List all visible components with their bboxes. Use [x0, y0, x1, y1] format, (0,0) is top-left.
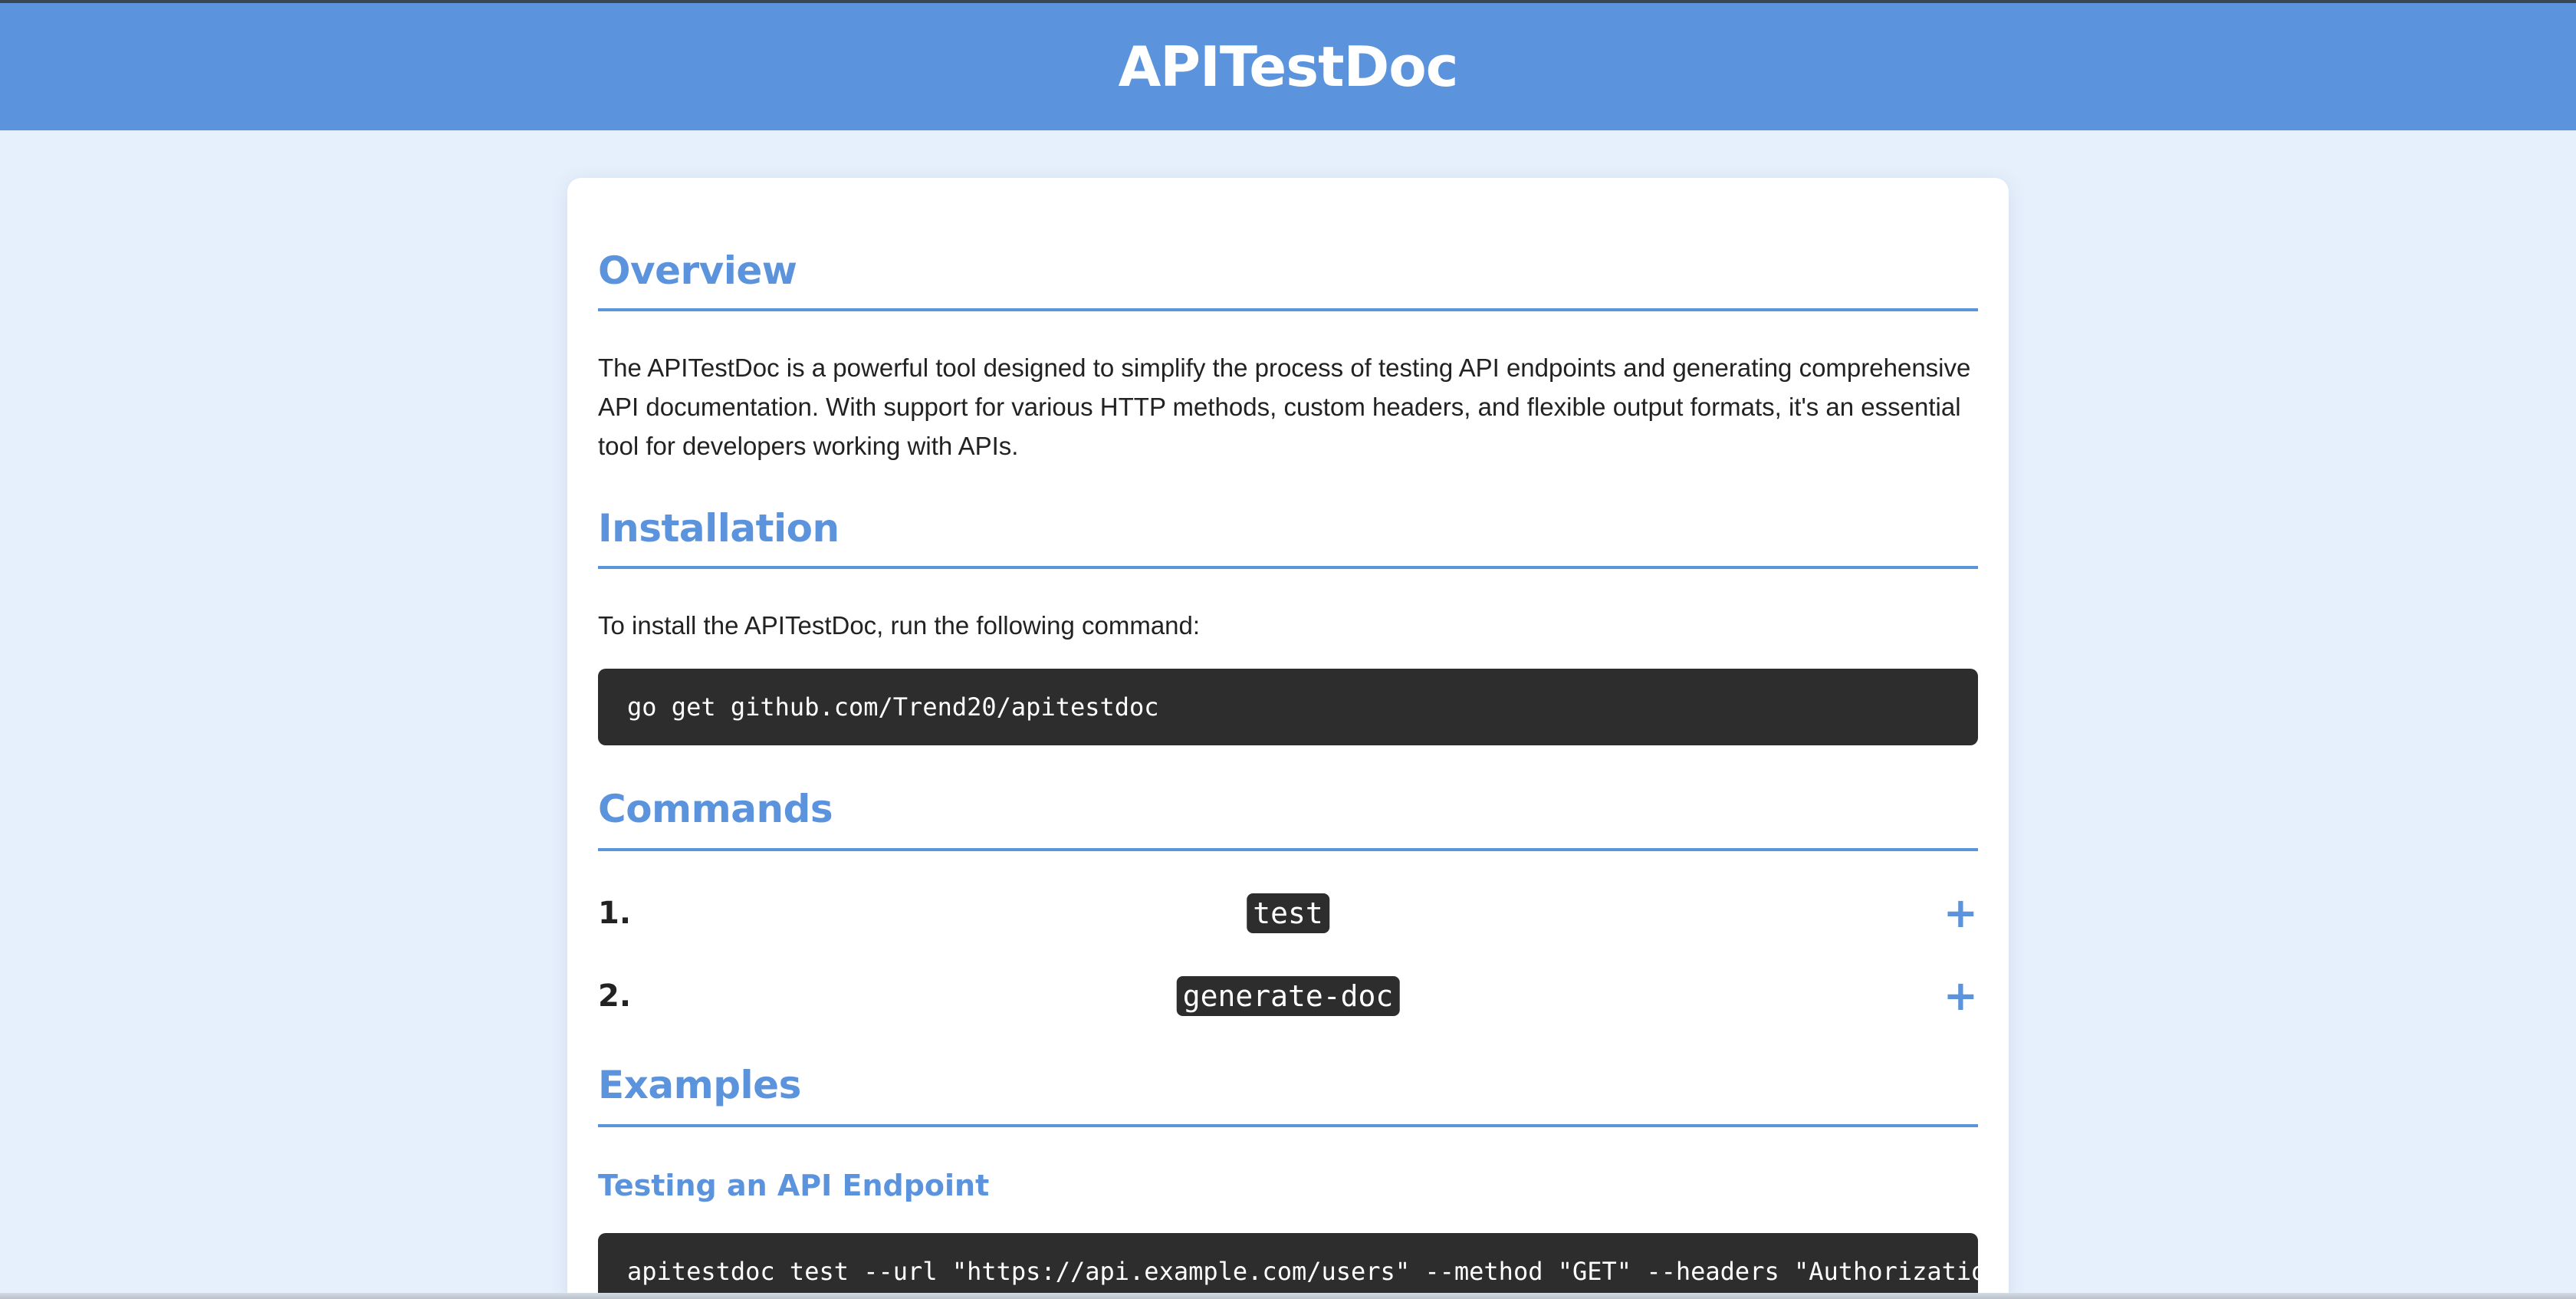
- page-header: APITestDoc: [0, 3, 2576, 130]
- section-title-installation: Installation: [598, 506, 1978, 569]
- expand-plus-icon[interactable]: +: [1944, 975, 1978, 1017]
- command-number: 2.: [598, 978, 632, 1014]
- section-title-examples: Examples: [598, 1063, 1978, 1127]
- command-name: generate-doc: [1176, 976, 1400, 1016]
- overview-paragraph: The APITestDoc is a powerful tool design…: [598, 354, 1971, 460]
- command-item[interactable]: 1. test +: [598, 886, 1978, 940]
- content-card: Overview The APITestDoc is a powerful to…: [567, 178, 2009, 1299]
- section-title-commands: Commands: [598, 787, 1978, 851]
- command-number: 1.: [598, 896, 632, 931]
- window-bottom-edge: [0, 1293, 2576, 1299]
- example-subtitle: Testing an API Endpoint: [598, 1169, 990, 1202]
- page-title: APITestDoc: [1118, 35, 1459, 99]
- expand-plus-icon[interactable]: +: [1944, 893, 1978, 934]
- section-title-overview: Overview: [598, 248, 1978, 311]
- command-item[interactable]: 2. generate-doc +: [598, 969, 1978, 1023]
- installation-paragraph: To install the APITestDoc, run the follo…: [598, 611, 1201, 640]
- command-name: test: [1247, 893, 1329, 933]
- example-code-block[interactable]: apitestdoc test --url "https://api.examp…: [598, 1233, 1978, 1299]
- install-code-block[interactable]: go get github.com/Trend20/apitestdoc: [598, 669, 1978, 745]
